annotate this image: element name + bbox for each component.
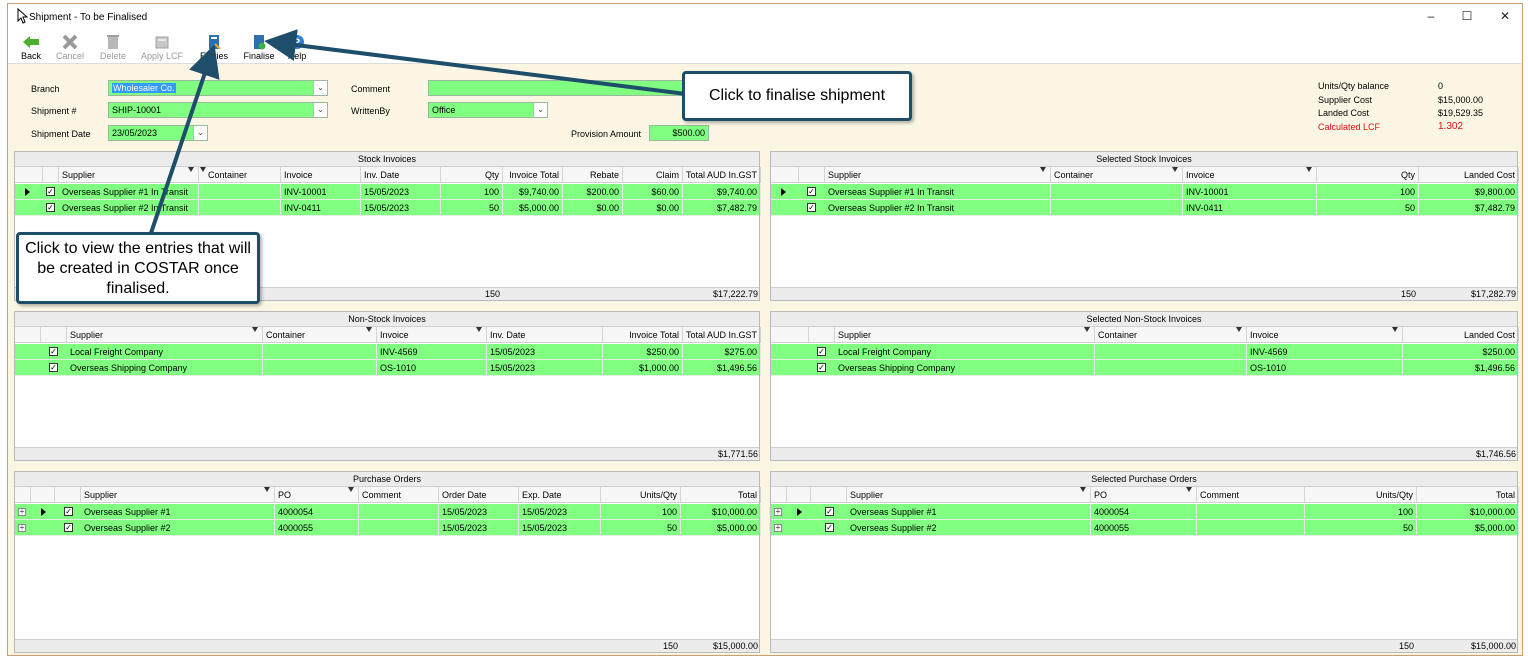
entries-arrow bbox=[148, 44, 220, 237]
entries-callout: Click to view the entries that will be c… bbox=[16, 232, 260, 304]
finalise-arrow bbox=[264, 29, 687, 96]
finalise-callout: Click to finalise shipment bbox=[682, 71, 912, 121]
